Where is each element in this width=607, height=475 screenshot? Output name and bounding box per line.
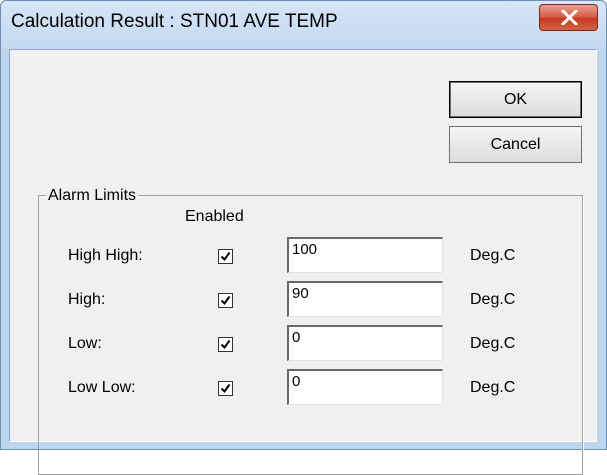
low-low-label: Low Low: xyxy=(68,379,136,396)
check-icon xyxy=(220,339,231,350)
high-label: High: xyxy=(68,291,106,308)
low-value-field[interactable]: 0 xyxy=(287,325,443,361)
dialog-client-area: OK Cancel Alarm Limits Enabled High High… xyxy=(9,49,597,475)
check-icon xyxy=(220,383,231,394)
dialog-window: Calculation Result : STN01 AVE TEMP OK C… xyxy=(0,0,607,475)
low-low-value-field[interactable]: 0 xyxy=(287,369,443,405)
high-high-label: High High: xyxy=(68,247,143,264)
cancel-button[interactable]: Cancel xyxy=(449,126,582,163)
alarm-limits-label: Alarm Limits xyxy=(46,187,139,205)
low-label: Low: xyxy=(68,335,102,352)
low-low-unit: Deg.C xyxy=(470,379,516,396)
high-high-value-field[interactable]: 100 xyxy=(287,237,443,273)
high-high-unit: Deg.C xyxy=(470,247,516,264)
high-value-field[interactable]: 90 xyxy=(287,281,443,317)
close-button[interactable] xyxy=(539,4,598,31)
enabled-column-header: Enabled xyxy=(185,208,244,225)
check-icon xyxy=(220,251,231,262)
title-bar[interactable]: Calculation Result : STN01 AVE TEMP xyxy=(1,1,606,49)
low-enabled-checkbox[interactable] xyxy=(218,337,233,352)
ok-button[interactable]: OK xyxy=(449,81,582,118)
low-low-enabled-checkbox[interactable] xyxy=(218,381,233,396)
high-high-enabled-checkbox[interactable] xyxy=(218,249,233,264)
high-enabled-checkbox[interactable] xyxy=(218,293,233,308)
window-title: Calculation Result : STN01 AVE TEMP xyxy=(11,11,338,32)
check-icon xyxy=(220,295,231,306)
close-icon xyxy=(561,10,578,25)
high-unit: Deg.C xyxy=(470,291,516,308)
low-unit: Deg.C xyxy=(470,335,516,352)
